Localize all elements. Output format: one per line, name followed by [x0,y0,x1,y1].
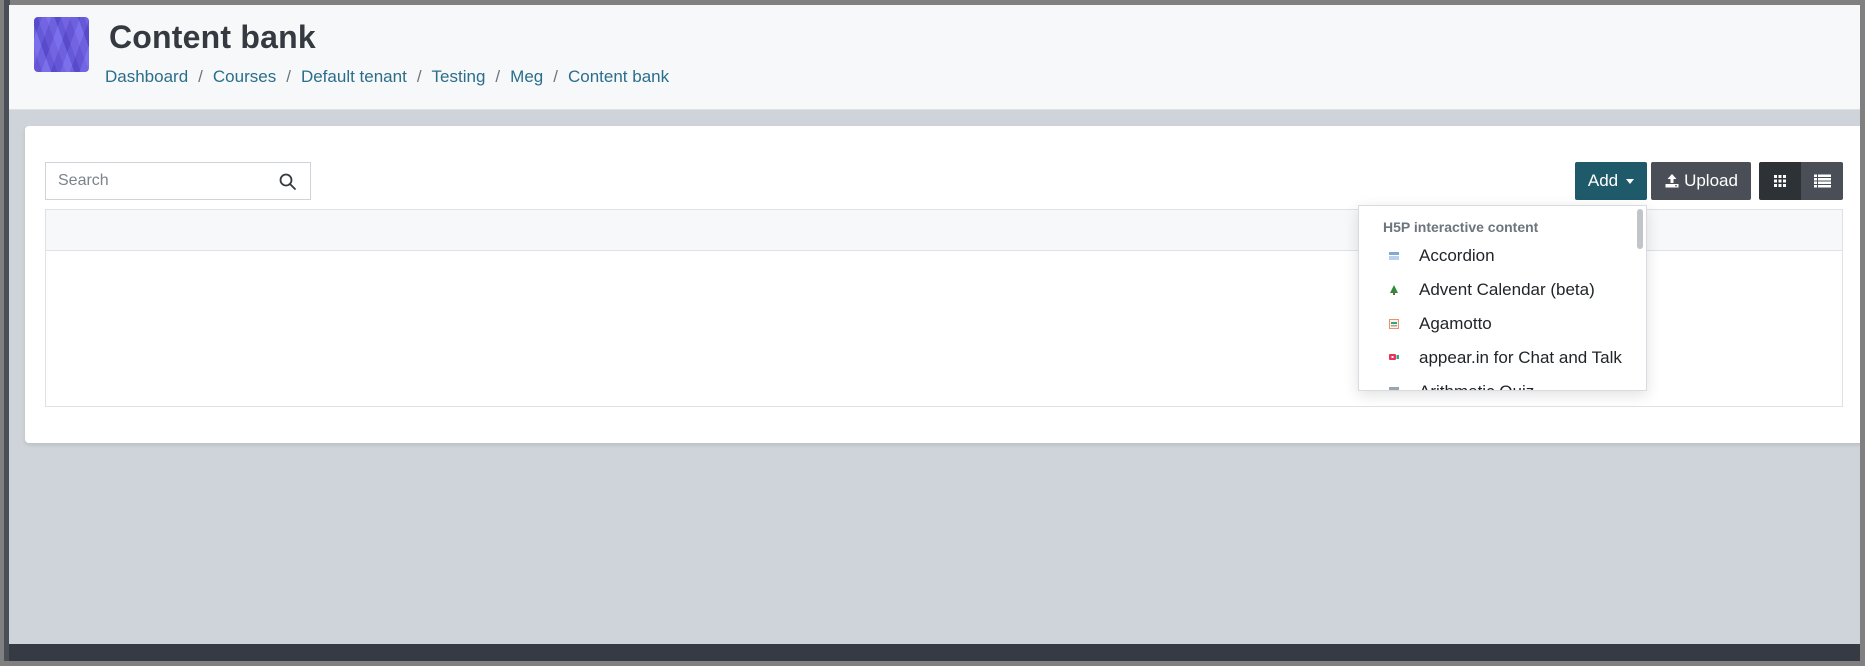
content-bank-card: Add Upload [25,126,1860,443]
upload-button-label: Upload [1684,171,1738,190]
breadcrumb-separator: / [198,67,203,86]
list-icon [1813,174,1831,188]
add-button-label: Add [1587,171,1619,190]
grid-view-button[interactable] [1759,162,1801,200]
breadcrumb-dashboard[interactable]: Dashboard [105,67,188,87]
menu-item-label: Accordion [1419,246,1495,265]
tree-icon [1390,285,1398,295]
image-sequence-icon [1389,319,1399,329]
dropdown-scrollbar[interactable] [1637,209,1643,249]
add-button[interactable]: Add [1575,162,1647,200]
upload-button[interactable]: Upload [1651,162,1751,200]
search-icon[interactable] [278,172,298,192]
breadcrumb-separator: / [286,67,291,86]
breadcrumb-separator: / [553,67,558,86]
breadcrumb-testing[interactable]: Testing [432,67,486,87]
accordion-icon [1389,252,1399,260]
list-view-button[interactable] [1801,162,1843,200]
menu-item-accordion[interactable]: Accordion [1359,239,1631,273]
menu-item-label: Agamotto [1419,314,1492,333]
menu-item-label: Advent Calendar (beta) [1419,280,1595,299]
breadcrumb-separator: / [416,67,422,86]
menu-item-advent-calendar[interactable]: Advent Calendar (beta) [1359,273,1631,307]
search-field [45,162,311,200]
breadcrumb: Dashboard / Courses / Default tenant / T… [105,67,669,87]
dropdown-header: H5P interactive content [1383,219,1539,235]
page-footer [9,644,1860,661]
page-viewport: Content bank Dashboard / Courses / Defau… [9,5,1860,661]
upload-icon [1665,174,1679,188]
menu-item-label: appear.in for Chat and Talk [1419,348,1622,367]
breadcrumb-default-tenant[interactable]: Default tenant [301,67,407,87]
caret-down-icon [1626,178,1635,184]
quiz-icon [1389,387,1399,390]
course-logo [34,17,89,72]
add-content-dropdown: H5P interactive content Accordion Advent… [1358,205,1647,391]
breadcrumb-meg[interactable]: Meg [510,67,543,87]
menu-item-appear-in[interactable]: appear.in for Chat and Talk [1359,341,1631,375]
menu-item-arithmetic-quiz[interactable]: Arithmetic Quiz [1359,375,1631,390]
page-title: Content bank [109,19,316,55]
menu-item-agamotto[interactable]: Agamotto [1359,307,1631,341]
page-header: Content bank Dashboard / Courses / Defau… [9,5,1860,110]
chat-icon [1389,354,1399,360]
breadcrumb-separator: / [495,67,501,86]
search-input[interactable] [46,163,266,199]
grid-icon [1774,175,1786,187]
breadcrumb-courses[interactable]: Courses [213,67,276,87]
breadcrumb-content-bank[interactable]: Content bank [568,67,669,87]
menu-item-label: Arithmetic Quiz [1419,382,1534,390]
